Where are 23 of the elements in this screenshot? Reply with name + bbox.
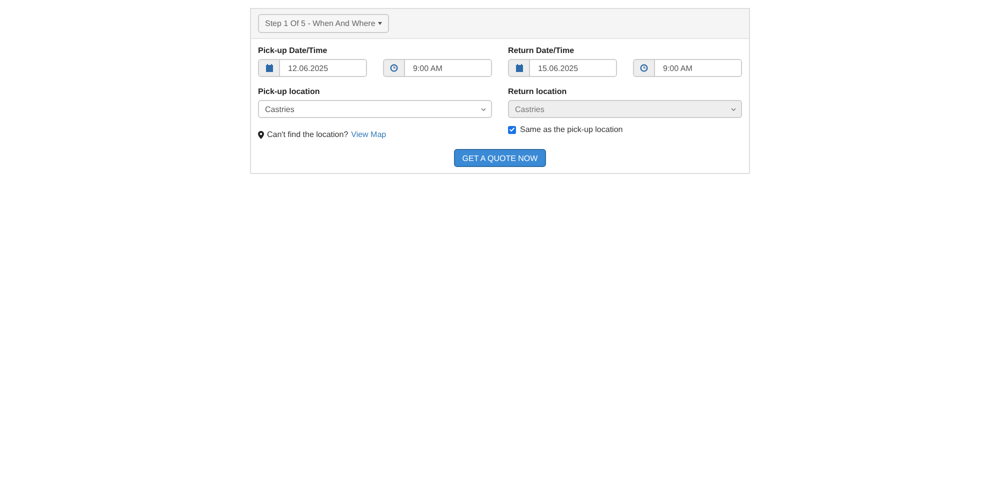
field-label: Return location (508, 87, 568, 97)
time-field[interactable]: 9:00 AM (633, 59, 742, 77)
clock-icon (390, 64, 398, 72)
date-field[interactable]: 15.06.2025 (508, 59, 617, 77)
map-pin-icon (258, 130, 264, 138)
field-label: Pick-up location (258, 87, 321, 97)
chevron-icon (731, 108, 736, 110)
caret-icon (378, 22, 382, 25)
checkbox-label: Same as the pick-up location (520, 125, 623, 134)
time-field[interactable]: 9:00 AM (383, 59, 492, 77)
calendar-icon (266, 64, 272, 72)
field-label: Pick-up Date/Time (258, 46, 328, 56)
date-field[interactable]: 12.06.2025 (258, 59, 367, 77)
location-select[interactable]: Castries (258, 100, 492, 118)
get-quote-button[interactable]: GET A QUOTE NOW (454, 149, 546, 167)
view-map-link[interactable]: View Map (351, 130, 386, 139)
chevron-icon (481, 108, 486, 110)
clock-icon (640, 64, 648, 72)
step-dropdown[interactable]: Step 1 Of 5 - When And Where (258, 14, 390, 33)
hint-text: Can't find the location? (267, 130, 348, 139)
calendar-icon (516, 64, 522, 72)
field-label: Return Date/Time (508, 46, 576, 56)
checkbox[interactable] (508, 126, 516, 134)
